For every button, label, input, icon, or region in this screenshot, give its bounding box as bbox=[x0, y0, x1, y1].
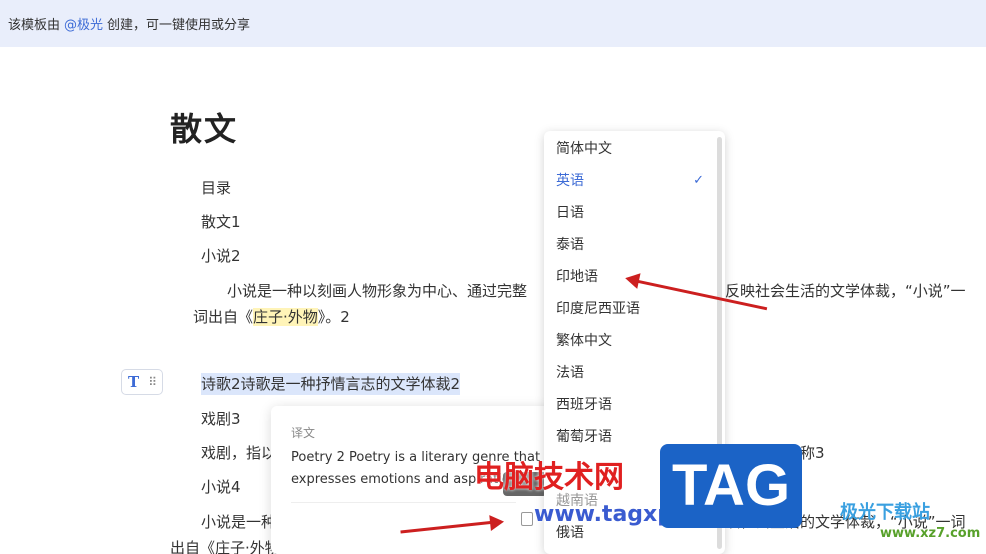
selected-text: 诗歌2诗歌是一种抒情言志的文学体裁2 bbox=[201, 373, 461, 395]
toc-heading[interactable]: 目录 bbox=[201, 177, 231, 198]
line2-suffix: 》。2 bbox=[317, 308, 350, 326]
quote-highlight: 庄子·外物 bbox=[253, 308, 318, 326]
language-option-zh-hant[interactable]: 繁体中文 bbox=[544, 325, 714, 357]
paragraph-drama[interactable]: 戏剧，指以 bbox=[201, 442, 276, 463]
block-toolbar[interactable]: T ⠿ bbox=[121, 369, 163, 395]
language-option-thai[interactable]: 泰语 bbox=[544, 229, 714, 261]
text-type-icon[interactable]: T bbox=[128, 373, 139, 391]
check-icon: ✓ bbox=[693, 173, 704, 188]
watermark-tag-logo: TAG bbox=[660, 444, 802, 528]
doc-title[interactable]: 散文 bbox=[170, 104, 238, 150]
copy-icon[interactable] bbox=[521, 512, 533, 526]
watermark-site-url: www.xz7.com bbox=[880, 526, 981, 541]
translation-label: 译文 bbox=[291, 426, 316, 440]
toc-item-novel4[interactable]: 小说4 bbox=[201, 476, 241, 497]
language-option-english-label: 英语 bbox=[556, 173, 584, 189]
selected-paragraph[interactable]: 诗歌2诗歌是一种抒情言志的文学体裁2 bbox=[201, 373, 461, 395]
banner-suffix: 创建，可一键使用或分享 bbox=[107, 18, 251, 33]
author-link[interactable]: @极光 bbox=[64, 14, 103, 33]
paragraph-novel-tail[interactable]: 反映社会生活的文学体裁，“小说”一 bbox=[725, 280, 966, 301]
drag-handle-icon[interactable]: ⠿ bbox=[148, 375, 157, 389]
watermark-site: 极光下载站 bbox=[840, 502, 930, 523]
language-option-spanish[interactable]: 西班牙语 bbox=[544, 389, 714, 421]
language-option-english[interactable]: 英语 ✓ bbox=[544, 165, 714, 197]
toc-item-prose[interactable]: 散文1 bbox=[201, 211, 241, 232]
toc-item-novel[interactable]: 小说2 bbox=[201, 245, 241, 266]
popup-divider bbox=[291, 502, 516, 503]
banner-prefix: 该模板由 bbox=[8, 18, 61, 33]
template-banner: 该模板由 @极光 创建，可一键使用或分享 bbox=[0, 0, 986, 47]
language-option-french[interactable]: 法语 bbox=[544, 357, 714, 389]
paragraph-novel4[interactable]: 小说是一种 bbox=[201, 511, 276, 532]
language-option-indonesian[interactable]: 印度尼西亚语 bbox=[544, 293, 714, 325]
watermark-cn: 电脑技术网 bbox=[474, 460, 624, 495]
paragraph-novel[interactable]: 小说是一种以刻画人物形象为中心、通过完整 bbox=[227, 280, 527, 301]
line2-prefix: 词出自《 bbox=[193, 308, 254, 326]
toc-item-drama[interactable]: 戏剧3 bbox=[201, 408, 241, 429]
paragraph-novel-line2[interactable]: 词出自《庄子·外物》。2 bbox=[193, 306, 350, 327]
language-option-zh-hans[interactable]: 简体中文 bbox=[544, 133, 714, 165]
language-option-japanese[interactable]: 日语 bbox=[544, 197, 714, 229]
